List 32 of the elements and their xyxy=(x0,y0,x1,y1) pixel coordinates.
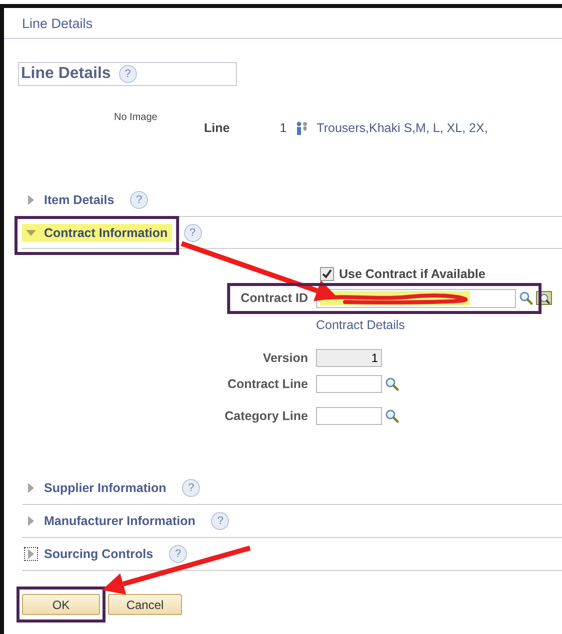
page-heading: Line Details xyxy=(21,65,111,83)
version-field[interactable]: 1 xyxy=(316,349,382,367)
collapsed-triangle-icon[interactable] xyxy=(26,483,36,493)
search-icon[interactable] xyxy=(519,291,533,305)
search-icon[interactable] xyxy=(385,409,399,423)
field-label: Version xyxy=(262,351,309,365)
collapsed-triangle-icon[interactable] xyxy=(26,516,36,526)
lookup-field[interactable] xyxy=(316,407,382,425)
section-title[interactable]: Item Details xyxy=(44,193,114,207)
section-title[interactable]: Sourcing Controls xyxy=(44,547,154,561)
search-icon[interactable] xyxy=(385,377,399,391)
contract-details-link[interactable]: Contract Details xyxy=(316,318,405,332)
checkbox-label: Use Contract if Available xyxy=(339,267,486,281)
field-label: Category Line xyxy=(224,409,309,423)
collapsed-triangle-icon[interactable] xyxy=(26,195,36,205)
checkbox[interactable] xyxy=(320,267,334,281)
window-title: Line Details xyxy=(22,16,93,30)
contract-id-field[interactable] xyxy=(316,288,516,308)
lookup-field[interactable] xyxy=(316,375,382,393)
field-label: Contract Line xyxy=(226,377,309,391)
image-placeholder-text: No Image xyxy=(114,112,158,123)
field-label: Contract ID xyxy=(240,290,309,307)
section-title[interactable]: Manufacturer Information xyxy=(44,514,196,528)
expanded-triangle-icon[interactable] xyxy=(26,228,36,238)
dialog-button[interactable]: Cancel xyxy=(108,594,182,615)
section-title[interactable]: Supplier Information xyxy=(44,481,166,495)
item-description-link[interactable]: Trousers,Khaki S,M, L, XL, 2X, xyxy=(316,121,488,135)
collapsed-triangle-icon[interactable] xyxy=(26,549,36,559)
line-label: Line xyxy=(204,121,230,135)
line-number: 1 xyxy=(280,121,287,135)
dialog-button[interactable]: OK xyxy=(22,594,100,615)
people-icon[interactable] xyxy=(294,121,309,135)
